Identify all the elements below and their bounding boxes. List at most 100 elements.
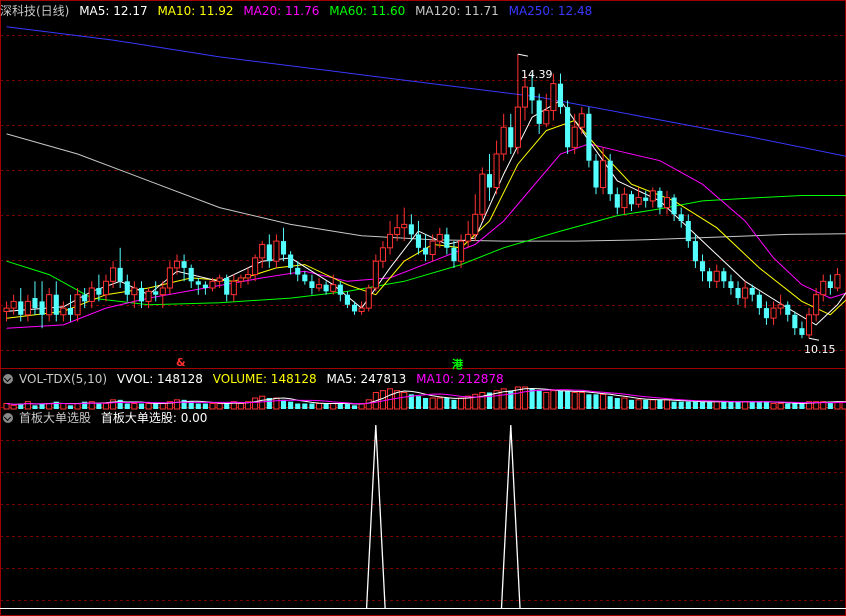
volume-bar	[365, 399, 372, 410]
volume-bar	[24, 401, 31, 410]
volume-bar	[649, 399, 656, 410]
volume-bar	[32, 405, 38, 409]
candle-body	[131, 287, 138, 296]
low-pointer	[808, 337, 820, 341]
candle-body	[315, 284, 323, 289]
candle-body	[479, 173, 486, 215]
candle-body	[394, 227, 401, 235]
candle-body	[358, 307, 365, 312]
candle-body	[365, 287, 372, 309]
candle-body	[529, 87, 535, 101]
candle-body	[159, 287, 166, 296]
volume-bar	[770, 403, 777, 410]
candle-body	[742, 287, 749, 299]
indicator-spike	[365, 424, 386, 609]
volume-bar	[593, 394, 599, 409]
vvol-readout: VVOL: 148128	[116, 372, 203, 386]
candle-body	[649, 190, 656, 202]
candle-body	[39, 301, 45, 315]
candle-body	[224, 277, 230, 295]
candle-body	[813, 294, 820, 316]
volume-bar	[699, 401, 706, 409]
candle-body	[643, 197, 649, 201]
volume-bar	[721, 401, 727, 409]
volume-bar	[543, 392, 550, 410]
volume-bar	[195, 403, 201, 409]
candle-body	[60, 307, 67, 316]
candle-body	[10, 300, 17, 309]
candle-body	[124, 281, 130, 295]
low-price-label: 10.15	[804, 343, 836, 356]
volume-bar	[102, 403, 110, 410]
volume-bar	[96, 403, 102, 409]
candle-body	[749, 288, 755, 295]
volume-bar	[309, 403, 315, 409]
volume-bar	[252, 397, 259, 410]
candle-body	[216, 277, 223, 282]
candle-body	[337, 284, 343, 295]
volume-bar	[692, 401, 698, 409]
volume-bar	[401, 392, 408, 410]
volume-bar	[635, 399, 642, 410]
candle-body	[96, 288, 102, 295]
candle-body	[330, 284, 337, 292]
volume-bar	[578, 392, 585, 410]
vol-ma10-readout: MA10: 212878	[416, 372, 504, 386]
candle-body	[18, 301, 24, 315]
candle-body	[280, 241, 287, 255]
candle-body	[145, 290, 152, 302]
candle-body	[266, 244, 272, 262]
candle-body	[436, 233, 443, 242]
volume-bar	[671, 401, 677, 409]
volume-bar	[3, 403, 10, 410]
candle-body	[202, 284, 208, 288]
candle-body	[777, 304, 784, 309]
candle-body	[195, 281, 201, 285]
volume-bar	[742, 401, 749, 410]
candle-body	[600, 160, 607, 188]
candle-body	[536, 100, 542, 124]
volume-bar	[429, 397, 436, 410]
candle-body	[472, 213, 479, 235]
ma250-readout: MA250: 12.48	[508, 4, 593, 18]
volume-bar	[685, 401, 691, 409]
volume-bar	[344, 403, 350, 409]
chart-canvas	[0, 0, 846, 616]
indicator-header: 首板大单选股 首板大单选股: 0.00	[0, 410, 213, 426]
candle-body	[138, 288, 145, 302]
candle-body	[770, 307, 777, 319]
volume-bar	[288, 401, 294, 409]
volume-bar	[330, 403, 337, 410]
candle-body	[379, 247, 386, 262]
volume-bar	[153, 403, 159, 409]
candle-body	[117, 267, 123, 282]
candle-body	[32, 298, 38, 309]
volume-bar	[124, 403, 130, 409]
candle-body	[181, 261, 187, 268]
chevron-down-icon[interactable]	[3, 413, 13, 423]
candle-body	[74, 294, 81, 316]
candle-body	[763, 308, 769, 319]
volume-bar	[586, 394, 592, 409]
indicator-spike	[500, 424, 521, 609]
candle-body	[244, 274, 252, 279]
ma5-readout: MA5: 12.17	[79, 4, 148, 18]
volume-bar	[521, 386, 529, 410]
chevron-down-icon[interactable]	[3, 374, 13, 384]
volume-bar	[10, 404, 17, 410]
volume-bar	[458, 397, 465, 410]
vol-title: VOL-TDX(5,10)	[19, 372, 108, 386]
candle-body	[614, 194, 620, 208]
volume-bar	[237, 403, 244, 410]
volume-bar	[536, 390, 542, 409]
candle-body	[521, 86, 529, 108]
volume-bar	[173, 399, 181, 410]
candle-body	[635, 197, 642, 205]
candle-body	[486, 174, 493, 188]
candle-body	[295, 267, 301, 275]
volume-bar	[663, 399, 671, 410]
candle-body	[565, 107, 571, 148]
candle-body	[46, 294, 53, 316]
candle-body	[302, 274, 308, 282]
volume-bar	[46, 403, 53, 410]
